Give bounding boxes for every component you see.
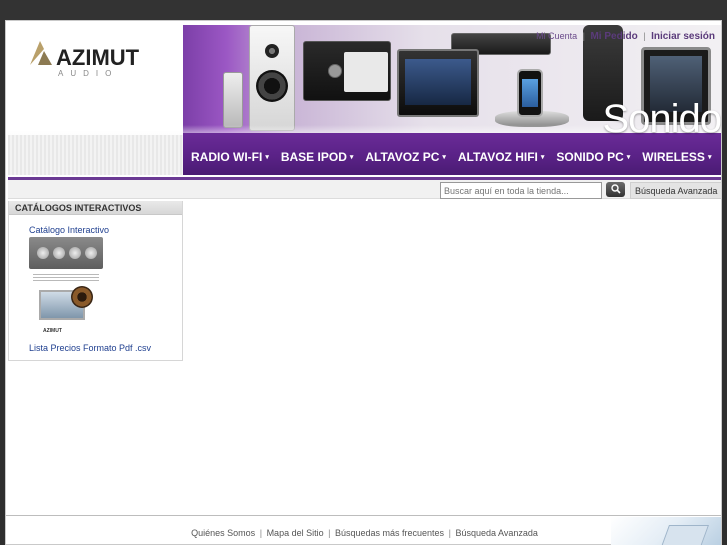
- page-container: AZIMUT AUDIO Sonido Mi Cuenta | Mi Pedid…: [5, 20, 723, 545]
- footer-link-sitemap[interactable]: Mapa del Sitio: [267, 528, 324, 538]
- separator: |: [259, 528, 263, 538]
- nav-item-base-ipod[interactable]: BASE IPOD ▾: [281, 145, 354, 169]
- amplifier-product-image: [303, 41, 391, 101]
- catalog-link[interactable]: Catálogo Interactivo: [29, 225, 109, 235]
- separator: |: [582, 31, 585, 41]
- brochure-caption-lines: [33, 274, 99, 282]
- header-banner: Sonido Mi Cuenta | Mi Pedido | Iniciar s…: [183, 25, 721, 175]
- amplifier-face: [344, 52, 388, 92]
- search-bar: Búsqueda Avanzada: [8, 177, 723, 199]
- search-icon: [611, 184, 621, 194]
- knob-shape: [37, 247, 49, 259]
- brochure-logo: AZIMUT: [43, 328, 62, 334]
- nav-label: WIRELESS: [642, 150, 705, 164]
- footer-link-popular-searches[interactable]: Búsquedas más frecuentes: [335, 528, 444, 538]
- azimut-mark-icon: [30, 41, 52, 65]
- search-button[interactable]: [606, 182, 625, 197]
- nav-item-altavoz-hifi[interactable]: ALTAVOZ HIFI ▾: [458, 145, 545, 169]
- sidebar-title: CATÁLOGOS INTERACTIVOS: [9, 201, 182, 215]
- footer-link-about[interactable]: Quiénes Somos: [191, 528, 255, 538]
- media-player-image: [397, 49, 479, 117]
- nav-label: BASE IPOD: [280, 150, 347, 164]
- knob-shape: [69, 247, 81, 259]
- footer-decoration: [611, 517, 721, 545]
- nav-item-altavoz-pc[interactable]: ALTAVOZ PC ▾: [365, 145, 446, 169]
- logo-stripes: [8, 135, 183, 175]
- nav-item-sonido-pc[interactable]: SONIDO PC ▾: [556, 145, 630, 169]
- search-input[interactable]: [440, 182, 602, 199]
- nav-label: SONIDO PC: [556, 150, 624, 164]
- knob-shape: [85, 247, 97, 259]
- nav-label: ALTAVOZ HIFI: [457, 150, 538, 164]
- my-account-link[interactable]: Mi Cuenta: [536, 31, 577, 41]
- nav-item-wireless[interactable]: WIRELESS ▾: [642, 145, 711, 169]
- iphone-screen: [522, 79, 538, 107]
- chevron-down-icon: ▾: [540, 154, 545, 161]
- login-link[interactable]: Iniciar sesión: [651, 31, 715, 42]
- sidebar-catalogs: CATÁLOGOS INTERACTIVOS Catálogo Interact…: [8, 201, 183, 361]
- footer-link-advanced-search[interactable]: Búsqueda Avanzada: [455, 528, 537, 538]
- nav-item-radio-wifi[interactable]: RADIO WI-FI ▾: [191, 145, 269, 169]
- iphone-product-image: [517, 69, 543, 117]
- woofer-shape: [256, 70, 288, 102]
- amplifier-knob: [328, 64, 342, 78]
- knob-shape: [53, 247, 65, 259]
- logo-wordmark: AZIMUT: [56, 45, 140, 70]
- separator: |: [328, 528, 331, 538]
- brochure-thumbnail[interactable]: AZIMUT: [29, 274, 103, 340]
- chevron-down-icon: ▾: [707, 154, 712, 161]
- footer-tilted-panel: [660, 525, 710, 545]
- speaker-shape: [71, 286, 93, 308]
- site-logo[interactable]: AZIMUT AUDIO: [28, 39, 148, 83]
- banner-headline: Sonido: [602, 97, 721, 141]
- chevron-down-icon: ▾: [265, 154, 269, 161]
- chevron-down-icon: ▾: [626, 154, 631, 161]
- separator: |: [643, 31, 646, 41]
- chevron-down-icon: ▾: [349, 154, 354, 161]
- main-nav: RADIO WI-FI ▾ BASE IPOD ▾ ALTAVOZ PC ▾ ALTA…: [191, 145, 721, 169]
- logo-subtitle: AUDIO: [58, 69, 119, 78]
- logo-area: AZIMUT AUDIO: [8, 25, 183, 175]
- separator: |: [448, 528, 451, 538]
- tweeter-shape: [265, 44, 279, 58]
- remote-product-image: [223, 72, 243, 128]
- footer-divider: [6, 515, 721, 516]
- nav-label: RADIO WI-FI: [191, 150, 263, 164]
- catalog-thumbnail[interactable]: [29, 237, 103, 269]
- chevron-down-icon: ▾: [442, 154, 446, 161]
- media-player-display: [405, 59, 471, 105]
- price-list-link[interactable]: Lista Precios Formato Pdf .csv: [29, 343, 151, 353]
- top-dark-bar: [0, 0, 727, 20]
- user-links: Mi Cuenta | Mi Pedido | Iniciar sesión: [536, 31, 715, 42]
- speaker-product-image: [249, 25, 295, 131]
- my-order-link[interactable]: Mi Pedido: [590, 31, 637, 42]
- advanced-search-button[interactable]: Búsqueda Avanzada: [630, 182, 723, 199]
- nav-label: ALTAVOZ PC: [365, 150, 440, 164]
